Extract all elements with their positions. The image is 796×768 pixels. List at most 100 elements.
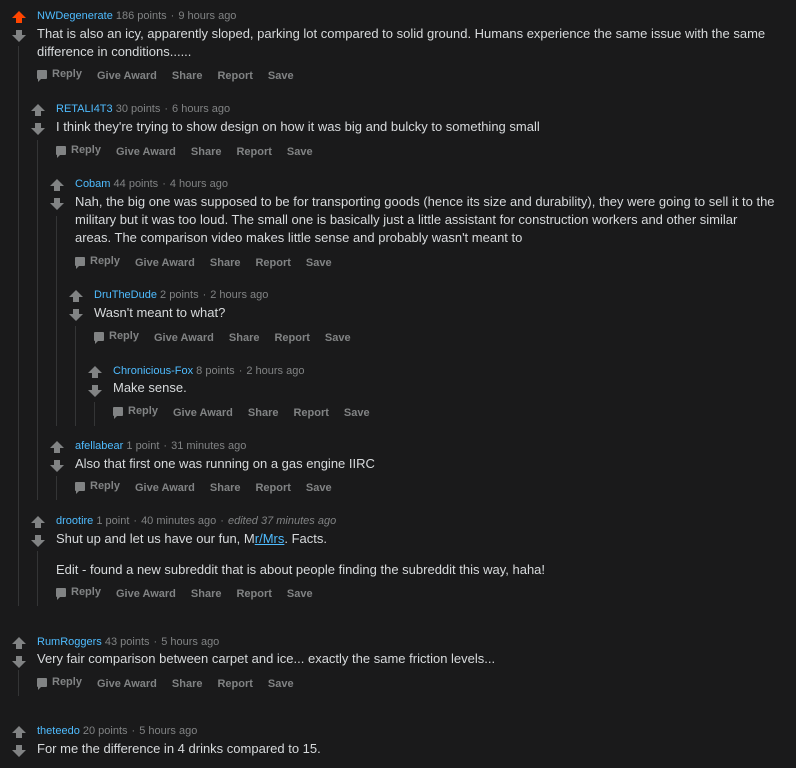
upvote-icon[interactable]	[12, 11, 26, 23]
thread-line[interactable]	[94, 402, 95, 426]
report-button[interactable]: Report	[255, 257, 290, 269]
username-link[interactable]: Cobam	[75, 178, 110, 190]
downvote-icon[interactable]	[31, 535, 45, 547]
downvote-icon[interactable]	[88, 385, 102, 397]
save-button[interactable]: Save	[306, 257, 332, 269]
give-award-button[interactable]: Give Award	[116, 588, 176, 600]
reply-button[interactable]: Reply	[113, 405, 158, 419]
comment-meta: NWDegenerate 186 points · 9 hours ago	[37, 10, 237, 22]
downvote-icon[interactable]	[31, 123, 45, 135]
reply-icon	[94, 331, 104, 344]
save-button[interactable]: Save	[268, 70, 294, 82]
share-button[interactable]: Share	[172, 70, 203, 82]
reply-icon	[37, 677, 47, 690]
give-award-button[interactable]: Give Award	[135, 257, 195, 269]
reply-icon	[113, 406, 123, 419]
username-link[interactable]: theteedo	[37, 725, 80, 737]
username-link[interactable]: NWDegenerate	[37, 10, 113, 22]
upvote-icon[interactable]	[50, 441, 64, 453]
thread-line[interactable]	[75, 326, 76, 426]
save-button[interactable]: Save	[306, 482, 332, 494]
share-button[interactable]: Share	[191, 588, 222, 600]
save-button[interactable]: Save	[268, 678, 294, 690]
username-link[interactable]: afellabear	[75, 440, 123, 452]
give-award-button[interactable]: Give Award	[154, 332, 214, 344]
upvote-icon[interactable]	[31, 516, 45, 528]
reply-button[interactable]: Reply	[75, 480, 120, 494]
report-button[interactable]: Report	[217, 678, 252, 690]
comment-meta: afellabear 1 point · 31 minutes ago	[75, 440, 247, 452]
reply-button[interactable]: Reply	[94, 330, 139, 344]
username-link[interactable]: RumRoggers	[37, 636, 102, 648]
thread-line[interactable]	[56, 216, 57, 426]
timestamp[interactable]: 5 hours ago	[161, 636, 219, 648]
timestamp[interactable]: 31 minutes ago	[171, 440, 246, 452]
downvote-icon[interactable]	[12, 656, 26, 668]
downvote-icon[interactable]	[12, 745, 26, 757]
reply-icon	[75, 481, 85, 494]
give-award-button[interactable]: Give Award	[97, 70, 157, 82]
subreddit-link[interactable]: r/Mrs	[255, 531, 285, 546]
save-button[interactable]: Save	[287, 146, 313, 158]
upvote-icon[interactable]	[12, 637, 26, 649]
username-link[interactable]: Chronicious-Fox	[113, 365, 193, 377]
downvote-icon[interactable]	[12, 30, 26, 42]
thread-line[interactable]	[18, 46, 19, 606]
save-button[interactable]: Save	[325, 332, 351, 344]
timestamp[interactable]: 9 hours ago	[178, 10, 236, 22]
downvote-icon[interactable]	[69, 309, 83, 321]
timestamp[interactable]: 4 hours ago	[170, 178, 228, 190]
share-button[interactable]: Share	[210, 257, 241, 269]
share-button[interactable]: Share	[248, 407, 279, 419]
share-button[interactable]: Share	[191, 146, 222, 158]
comment-body: For me the difference in 4 drinks compar…	[37, 741, 321, 756]
comment-body: Shut up and let us have our fun, Mr/Mrs.…	[56, 530, 776, 548]
timestamp[interactable]: 2 hours ago	[210, 289, 268, 301]
report-button[interactable]: Report	[293, 407, 328, 419]
give-award-button[interactable]: Give Award	[116, 146, 176, 158]
reply-button[interactable]: Reply	[37, 68, 82, 82]
reply-icon	[75, 256, 85, 269]
thread-line[interactable]	[18, 670, 19, 696]
share-button[interactable]: Share	[210, 482, 241, 494]
save-button[interactable]: Save	[287, 588, 313, 600]
report-button[interactable]: Report	[236, 146, 271, 158]
username-link[interactable]: DruTheDude	[94, 289, 157, 301]
upvote-icon[interactable]	[69, 290, 83, 302]
share-button[interactable]: Share	[229, 332, 260, 344]
thread-line[interactable]	[37, 140, 38, 500]
share-button[interactable]: Share	[172, 678, 203, 690]
upvote-icon[interactable]	[12, 726, 26, 738]
reply-button[interactable]: Reply	[56, 586, 101, 600]
downvote-icon[interactable]	[50, 198, 64, 210]
upvote-icon[interactable]	[31, 104, 45, 116]
reply-button[interactable]: Reply	[37, 676, 82, 690]
username-link[interactable]: drootire	[56, 515, 93, 527]
give-award-button[interactable]: Give Award	[135, 482, 195, 494]
username-link[interactable]: RETALI4T3	[56, 103, 113, 115]
report-button[interactable]: Report	[255, 482, 290, 494]
upvote-icon[interactable]	[50, 179, 64, 191]
upvote-icon[interactable]	[88, 366, 102, 378]
comment-meta: Chronicious-Fox 8 points · 2 hours ago	[113, 365, 305, 377]
timestamp[interactable]: 6 hours ago	[172, 103, 230, 115]
thread-line[interactable]	[56, 476, 57, 500]
report-button[interactable]: Report	[217, 70, 252, 82]
reply-button[interactable]: Reply	[75, 255, 120, 269]
timestamp[interactable]: 40 minutes ago	[141, 515, 216, 527]
report-button[interactable]: Report	[274, 332, 309, 344]
comment-actions: Reply Give Award Share Report Save	[56, 586, 328, 600]
comment-text: . Facts.	[284, 531, 327, 546]
give-award-button[interactable]: Give Award	[173, 407, 233, 419]
save-button[interactable]: Save	[344, 407, 370, 419]
downvote-icon[interactable]	[50, 460, 64, 472]
reply-button[interactable]: Reply	[56, 144, 101, 158]
report-button[interactable]: Report	[236, 588, 271, 600]
timestamp[interactable]: 2 hours ago	[246, 365, 304, 377]
points: 8 points	[196, 365, 235, 377]
thread-line[interactable]	[37, 551, 38, 606]
comment-meta: Cobam 44 points · 4 hours ago	[75, 178, 228, 190]
comment-meta: theteedo 20 points · 5 hours ago	[37, 725, 198, 737]
timestamp[interactable]: 5 hours ago	[139, 725, 197, 737]
give-award-button[interactable]: Give Award	[97, 678, 157, 690]
